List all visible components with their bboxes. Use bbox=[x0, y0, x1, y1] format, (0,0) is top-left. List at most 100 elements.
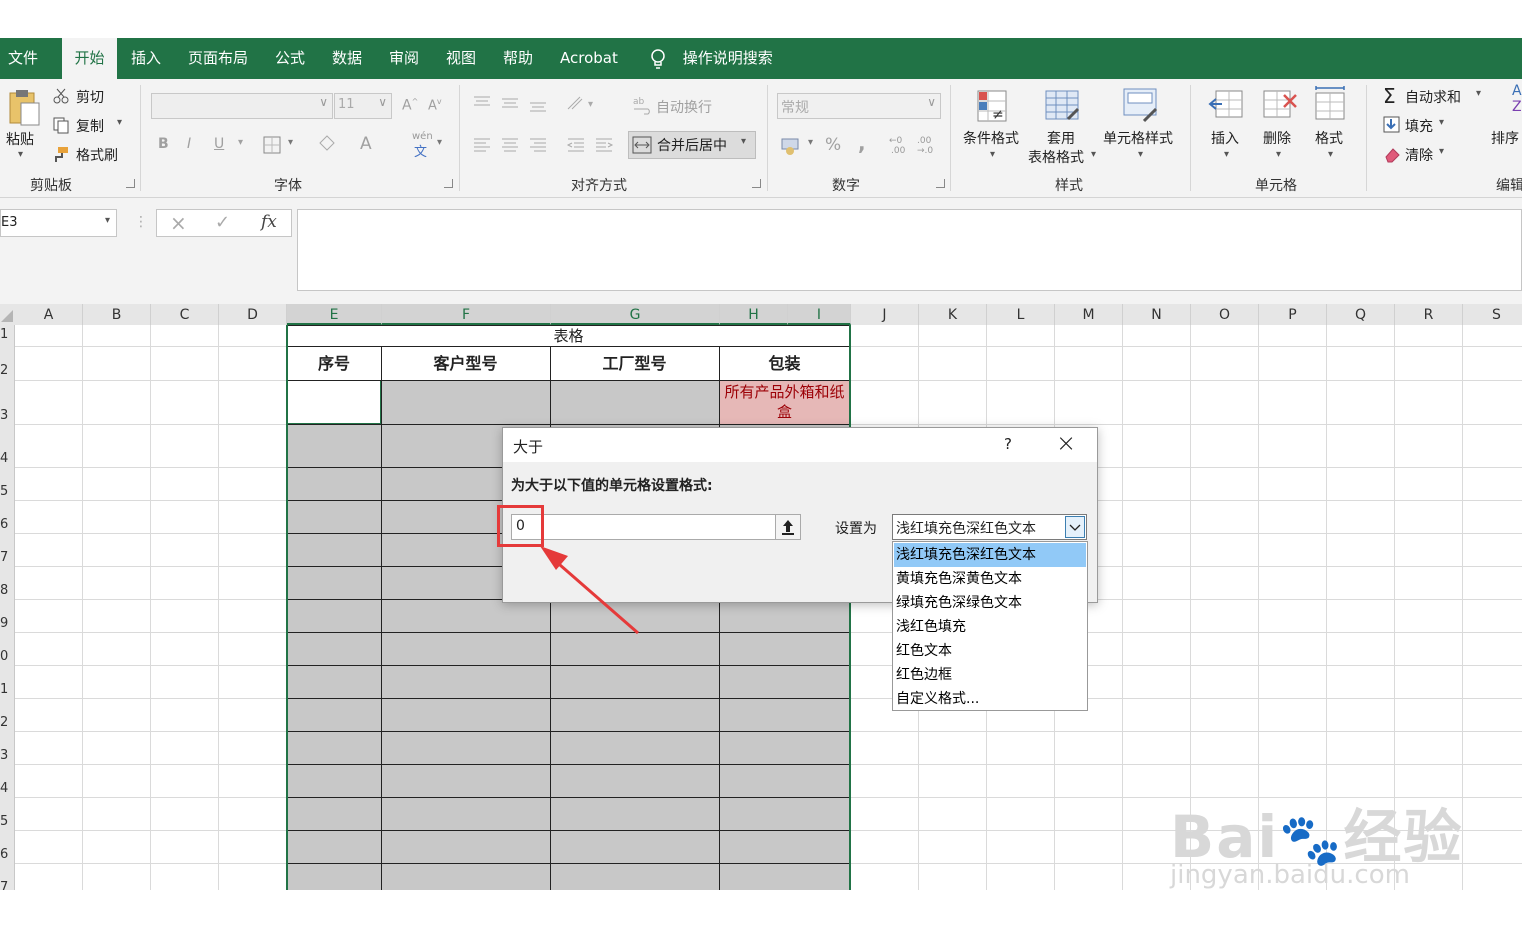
table-dropdown-icon[interactable]: ▾ bbox=[1091, 149, 1096, 160]
grow-font-icon[interactable]: A^ bbox=[402, 97, 418, 114]
vertical-align-icons[interactable] bbox=[472, 93, 552, 115]
row-header[interactable]: 1 bbox=[0, 682, 14, 697]
delete-button[interactable]: 删除 bbox=[1263, 128, 1291, 148]
column-header-l[interactable]: L bbox=[987, 304, 1055, 325]
column-header-r[interactable]: R bbox=[1395, 304, 1463, 325]
underline-button[interactable]: U bbox=[214, 136, 224, 152]
copy-dropdown-icon[interactable]: ▾ bbox=[117, 117, 122, 128]
cell-styles-icon[interactable] bbox=[1122, 87, 1162, 125]
cell-styles-dropdown-icon[interactable]: ▾ bbox=[1138, 149, 1143, 160]
column-header-g[interactable]: G bbox=[551, 304, 720, 325]
paste-button[interactable]: 粘贴 bbox=[6, 129, 34, 149]
border-icon[interactable] bbox=[262, 135, 282, 155]
insert-function-icon[interactable]: fx bbox=[261, 212, 277, 232]
column-header-p[interactable]: P bbox=[1259, 304, 1327, 325]
range-picker-button[interactable] bbox=[775, 515, 800, 539]
conditional-dropdown-icon[interactable]: ▾ bbox=[990, 149, 995, 160]
select-all-icon[interactable] bbox=[0, 306, 15, 324]
border-dropdown-icon[interactable]: ▾ bbox=[288, 137, 293, 148]
font-name-combo[interactable]: ∨ bbox=[151, 93, 333, 119]
alignment-launcher-icon[interactable] bbox=[752, 179, 761, 188]
option-red-text[interactable]: 红色文本 bbox=[894, 639, 1086, 663]
tab-formulas[interactable]: 公式 bbox=[263, 38, 317, 79]
option-yellow-fill-dark-yellow-text[interactable]: 黄填充色深黄色文本 bbox=[894, 567, 1086, 591]
option-red-border[interactable]: 红色边框 bbox=[894, 663, 1086, 687]
merge-center-button[interactable]: 合并后居中 ▾ bbox=[628, 131, 756, 159]
formula-input[interactable] bbox=[297, 209, 1522, 291]
tab-home[interactable]: 开始 bbox=[62, 38, 117, 79]
column-header-a[interactable]: A bbox=[15, 304, 83, 325]
sort-filter-icon[interactable]: AZ bbox=[1512, 83, 1522, 115]
row-header[interactable]: 6 bbox=[0, 517, 14, 532]
insert-cells-icon[interactable] bbox=[1208, 87, 1246, 123]
tab-help[interactable]: 帮助 bbox=[491, 38, 545, 79]
row-header[interactable]: 2 bbox=[0, 363, 14, 378]
column-header-n[interactable]: N bbox=[1123, 304, 1191, 325]
row-header[interactable]: 8 bbox=[0, 583, 14, 598]
insert-dropdown-icon[interactable]: ▾ bbox=[1224, 149, 1229, 160]
currency-dropdown-icon[interactable]: ▾ bbox=[808, 137, 813, 148]
row-header[interactable]: 3 bbox=[0, 408, 14, 423]
column-header-b[interactable]: B bbox=[83, 304, 151, 325]
clear-dropdown-icon[interactable]: ▾ bbox=[1439, 146, 1444, 157]
column-header-d[interactable]: D bbox=[219, 304, 287, 325]
column-header-c[interactable]: C bbox=[151, 304, 219, 325]
copy-button[interactable]: 复制 bbox=[76, 116, 104, 136]
format-as-table-button[interactable]: 套用 bbox=[1047, 128, 1075, 148]
row-header[interactable]: 2 bbox=[0, 715, 14, 730]
cell-styles-button[interactable]: 单元格样式 bbox=[1103, 128, 1173, 148]
tab-review[interactable]: 审阅 bbox=[377, 38, 431, 79]
row-header[interactable]: 4 bbox=[0, 451, 14, 466]
insert-button[interactable]: 插入 bbox=[1211, 128, 1239, 148]
row-header[interactable]: 6 bbox=[0, 847, 14, 862]
row-header[interactable]: 1 bbox=[0, 327, 14, 342]
fill-color-icon[interactable] bbox=[316, 133, 338, 155]
bold-button[interactable]: B bbox=[158, 136, 169, 152]
column-header-s[interactable]: S bbox=[1463, 304, 1522, 325]
tab-file[interactable]: 文件 bbox=[0, 38, 50, 79]
conditional-formatting-button[interactable]: 条件格式 bbox=[963, 128, 1019, 148]
column-header-f[interactable]: F bbox=[382, 304, 551, 325]
number-format-combo[interactable]: 常规 ∨ bbox=[777, 93, 941, 119]
tab-view[interactable]: 视图 bbox=[434, 38, 488, 79]
delete-cells-icon[interactable] bbox=[1262, 87, 1300, 123]
column-header-e[interactable]: E bbox=[287, 304, 382, 325]
row-header[interactable]: 9 bbox=[0, 616, 14, 631]
percent-button[interactable]: % bbox=[825, 135, 841, 155]
shrink-font-icon[interactable]: Av bbox=[428, 97, 442, 113]
option-light-red-fill[interactable]: 浅红色填充 bbox=[894, 615, 1086, 639]
fill-button[interactable]: 填充 bbox=[1405, 116, 1433, 136]
phonetic-dropdown-icon[interactable]: ▾ bbox=[437, 137, 442, 148]
cancel-icon[interactable]: × bbox=[170, 211, 187, 235]
tab-data[interactable]: 数据 bbox=[320, 38, 374, 79]
tab-acrobat[interactable]: Acrobat bbox=[548, 38, 630, 79]
fill-dropdown-icon[interactable]: ▾ bbox=[1439, 117, 1444, 128]
format-as-table-icon[interactable] bbox=[1044, 89, 1084, 125]
column-header-j[interactable]: J bbox=[851, 304, 919, 325]
enter-check-icon[interactable]: ✓ bbox=[215, 212, 230, 233]
format-style-select[interactable]: 浅红填充色深红色文本 bbox=[892, 514, 1087, 540]
column-header-q[interactable]: Q bbox=[1327, 304, 1395, 325]
autosum-dropdown-icon[interactable]: ▾ bbox=[1476, 88, 1481, 99]
row-header[interactable]: 0 bbox=[0, 649, 14, 664]
underline-dropdown-icon[interactable]: ▾ bbox=[238, 137, 243, 148]
comma-button[interactable]: , bbox=[858, 131, 866, 155]
autosum-button[interactable]: 自动求和 bbox=[1405, 87, 1461, 107]
number-launcher-icon[interactable] bbox=[936, 179, 945, 188]
name-box-dropdown-icon[interactable]: ▾ bbox=[105, 215, 110, 226]
row-header[interactable]: 7 bbox=[0, 550, 14, 565]
select-dropdown-button[interactable] bbox=[1065, 516, 1085, 538]
italic-button[interactable]: I bbox=[187, 136, 191, 152]
sort-filter-button[interactable]: 排序 bbox=[1491, 128, 1519, 148]
format-dropdown-icon[interactable]: ▾ bbox=[1328, 149, 1333, 160]
column-header-o[interactable]: O bbox=[1191, 304, 1259, 325]
orientation-icon[interactable]: ▾ bbox=[566, 93, 602, 115]
conditional-formatting-icon[interactable]: ≠ bbox=[974, 89, 1014, 125]
option-custom-format[interactable]: 自定义格式... bbox=[894, 687, 1086, 711]
name-box[interactable]: E3 ▾ bbox=[0, 209, 117, 237]
row-header[interactable]: 5 bbox=[0, 814, 14, 829]
option-light-red-fill-dark-red-text[interactable]: 浅红填充色深红色文本 bbox=[894, 543, 1086, 567]
format-painter-button[interactable]: 格式刷 bbox=[76, 145, 118, 165]
wrap-text-button[interactable]: 自动换行 bbox=[656, 97, 712, 117]
column-header-k[interactable]: K bbox=[919, 304, 987, 325]
